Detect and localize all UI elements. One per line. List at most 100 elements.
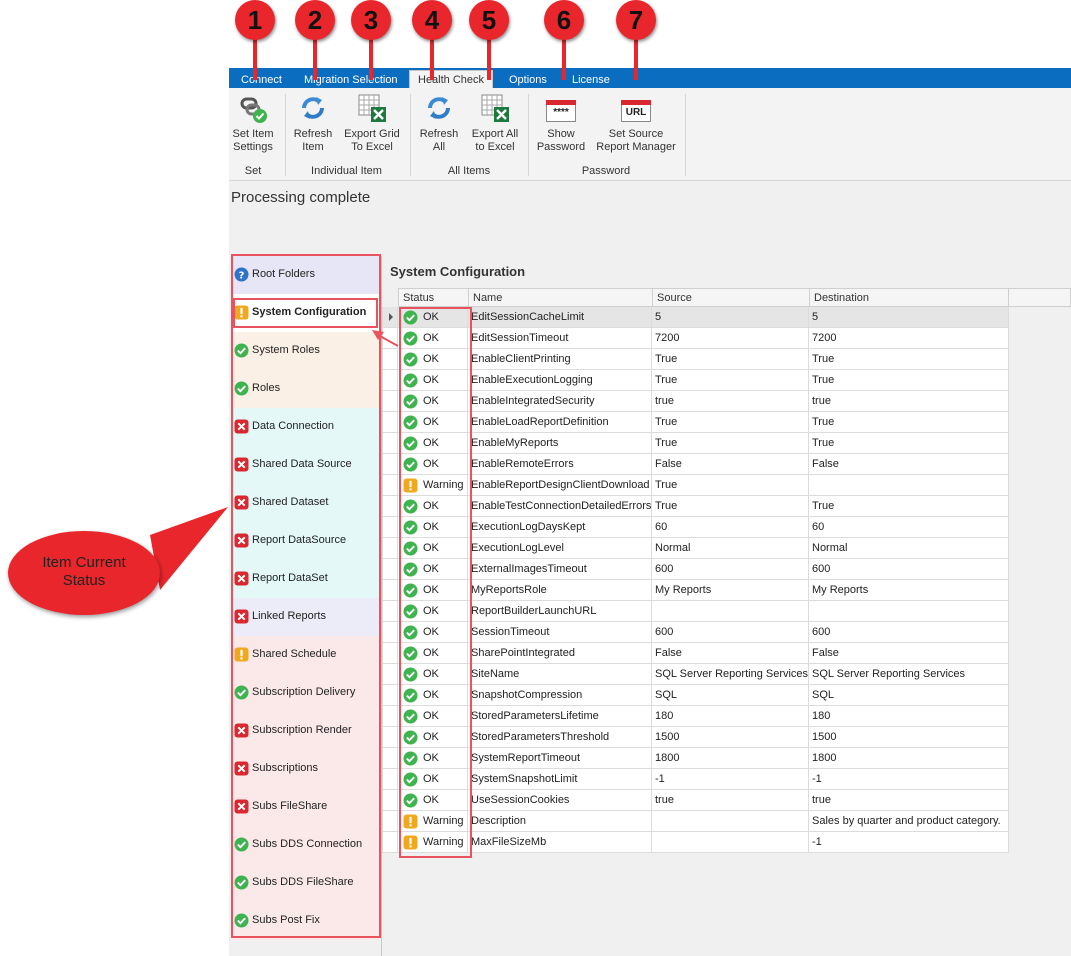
table-row[interactable]: OK StoredParametersLifetime 180 180 xyxy=(382,706,1009,727)
source-cell[interactable]: true xyxy=(652,790,809,811)
source-cell[interactable] xyxy=(652,811,809,832)
table-row[interactable]: OK EnableLoadReportDefinition True True xyxy=(382,412,1009,433)
table-row[interactable]: OK EditSessionTimeout 7200 7200 xyxy=(382,328,1009,349)
table-row[interactable]: OK MyReportsRole My Reports My Reports xyxy=(382,580,1009,601)
name-cell[interactable]: EditSessionCacheLimit xyxy=(468,307,652,328)
name-cell[interactable]: EnableExecutionLogging xyxy=(468,370,652,391)
name-cell[interactable]: ExecutionLogDaysKept xyxy=(468,517,652,538)
destination-cell[interactable] xyxy=(809,475,1009,496)
destination-cell[interactable]: 600 xyxy=(809,622,1009,643)
refresh-item-button[interactable]: Refresh Item xyxy=(290,92,336,154)
destination-cell[interactable]: 1500 xyxy=(809,727,1009,748)
table-row[interactable]: OK SessionTimeout 600 600 xyxy=(382,622,1009,643)
destination-cell[interactable]: True xyxy=(809,433,1009,454)
name-cell[interactable]: SharePointIntegrated xyxy=(468,643,652,664)
destination-cell[interactable]: 60 xyxy=(809,517,1009,538)
name-cell[interactable]: EditSessionTimeout xyxy=(468,328,652,349)
table-row[interactable]: OK ExecutionLogDaysKept 60 60 xyxy=(382,517,1009,538)
destination-cell[interactable]: 180 xyxy=(809,706,1009,727)
name-cell[interactable]: Description xyxy=(468,811,652,832)
name-cell[interactable]: SnapshotCompression xyxy=(468,685,652,706)
source-cell[interactable]: 1500 xyxy=(652,727,809,748)
table-row[interactable]: OK StoredParametersThreshold 1500 1500 xyxy=(382,727,1009,748)
table-row[interactable]: OK SnapshotCompression SQL SQL xyxy=(382,685,1009,706)
source-cell[interactable]: SQL Server Reporting Services xyxy=(652,664,809,685)
name-cell[interactable]: ReportBuilderLaunchURL xyxy=(468,601,652,622)
table-row[interactable]: OK SystemReportTimeout 1800 1800 xyxy=(382,748,1009,769)
name-cell[interactable]: ExternalImagesTimeout xyxy=(468,559,652,580)
table-row[interactable]: OK SharePointIntegrated False False xyxy=(382,643,1009,664)
source-cell[interactable]: 600 xyxy=(652,559,809,580)
table-row[interactable]: OK UseSessionCookies true true xyxy=(382,790,1009,811)
column-header-source[interactable]: Source xyxy=(652,288,810,307)
table-row[interactable]: OK ExternalImagesTimeout 600 600 xyxy=(382,559,1009,580)
refresh-all-button[interactable]: Refresh All xyxy=(416,92,462,154)
destination-cell[interactable]: SQL Server Reporting Services xyxy=(809,664,1009,685)
source-cell[interactable]: My Reports xyxy=(652,580,809,601)
source-cell[interactable]: SQL xyxy=(652,685,809,706)
table-row[interactable]: OK EnableClientPrinting True True xyxy=(382,349,1009,370)
destination-cell[interactable] xyxy=(809,601,1009,622)
source-cell[interactable]: 1800 xyxy=(652,748,809,769)
destination-cell[interactable]: -1 xyxy=(809,769,1009,790)
destination-cell[interactable]: Normal xyxy=(809,538,1009,559)
source-cell[interactable]: False xyxy=(652,454,809,475)
source-cell[interactable]: true xyxy=(652,391,809,412)
tab-health-check[interactable]: Health Check xyxy=(409,70,494,89)
source-cell[interactable]: -1 xyxy=(652,769,809,790)
export-all-to-excel-button[interactable]: Export All to Excel xyxy=(468,92,522,154)
table-row[interactable]: OK SiteName SQL Server Reporting Services S… xyxy=(382,664,1009,685)
source-cell[interactable]: 180 xyxy=(652,706,809,727)
table-row[interactable]: OK EditSessionCacheLimit 5 5 xyxy=(382,307,1009,328)
source-cell[interactable]: True xyxy=(652,412,809,433)
destination-cell[interactable]: True xyxy=(809,496,1009,517)
destination-cell[interactable]: False xyxy=(809,454,1009,475)
table-row[interactable]: Warning Description Sales by quarter and p… xyxy=(382,811,1009,832)
set-source-report-manager-button[interactable]: URL Set Source Report Manager xyxy=(595,92,677,154)
source-cell[interactable]: True xyxy=(652,433,809,454)
column-header-destination[interactable]: Destination xyxy=(809,288,1009,307)
destination-cell[interactable]: 5 xyxy=(809,307,1009,328)
destination-cell[interactable]: True xyxy=(809,370,1009,391)
source-cell[interactable]: False xyxy=(652,643,809,664)
destination-cell[interactable]: true xyxy=(809,790,1009,811)
destination-cell[interactable]: SQL xyxy=(809,685,1009,706)
tab-connect[interactable]: Connect xyxy=(233,72,290,88)
name-cell[interactable]: SystemSnapshotLimit xyxy=(468,769,652,790)
table-row[interactable]: OK EnableTestConnectionDetailedErrors True… xyxy=(382,496,1009,517)
destination-cell[interactable]: true xyxy=(809,391,1009,412)
table-row[interactable]: OK EnableMyReports True True xyxy=(382,433,1009,454)
name-cell[interactable]: SessionTimeout xyxy=(468,622,652,643)
set-item-settings-button[interactable]: Set Item Settings xyxy=(229,92,277,154)
destination-cell[interactable]: Sales by quarter and product category. xyxy=(809,811,1009,832)
name-cell[interactable]: EnableLoadReportDefinition xyxy=(468,412,652,433)
name-cell[interactable]: MaxFileSizeMb xyxy=(468,832,652,853)
table-row[interactable]: Warning EnableReportDesignClientDownload T… xyxy=(382,475,1009,496)
destination-cell[interactable]: 7200 xyxy=(809,328,1009,349)
destination-cell[interactable]: True xyxy=(809,349,1009,370)
column-header-status[interactable]: Status xyxy=(398,288,469,307)
destination-cell[interactable]: True xyxy=(809,412,1009,433)
destination-cell[interactable]: 1800 xyxy=(809,748,1009,769)
source-cell[interactable] xyxy=(652,601,809,622)
name-cell[interactable]: EnableRemoteErrors xyxy=(468,454,652,475)
destination-cell[interactable]: False xyxy=(809,643,1009,664)
tab-options[interactable]: Options xyxy=(501,72,555,88)
source-cell[interactable]: Normal xyxy=(652,538,809,559)
column-header-name[interactable]: Name xyxy=(468,288,653,307)
table-row[interactable]: OK SystemSnapshotLimit -1 -1 xyxy=(382,769,1009,790)
destination-cell[interactable]: -1 xyxy=(809,832,1009,853)
name-cell[interactable]: ExecutionLogLevel xyxy=(468,538,652,559)
show-password-button[interactable]: **** Show Password xyxy=(535,92,587,154)
table-row[interactable]: OK ReportBuilderLaunchURL xyxy=(382,601,1009,622)
name-cell[interactable]: EnableClientPrinting xyxy=(468,349,652,370)
table-row[interactable]: OK EnableRemoteErrors False False xyxy=(382,454,1009,475)
table-row[interactable]: Warning MaxFileSizeMb -1 xyxy=(382,832,1009,853)
name-cell[interactable]: EnableIntegratedSecurity xyxy=(468,391,652,412)
destination-cell[interactable]: 600 xyxy=(809,559,1009,580)
source-cell[interactable]: 5 xyxy=(652,307,809,328)
name-cell[interactable]: UseSessionCookies xyxy=(468,790,652,811)
name-cell[interactable]: MyReportsRole xyxy=(468,580,652,601)
source-cell[interactable]: True xyxy=(652,496,809,517)
source-cell[interactable]: 7200 xyxy=(652,328,809,349)
